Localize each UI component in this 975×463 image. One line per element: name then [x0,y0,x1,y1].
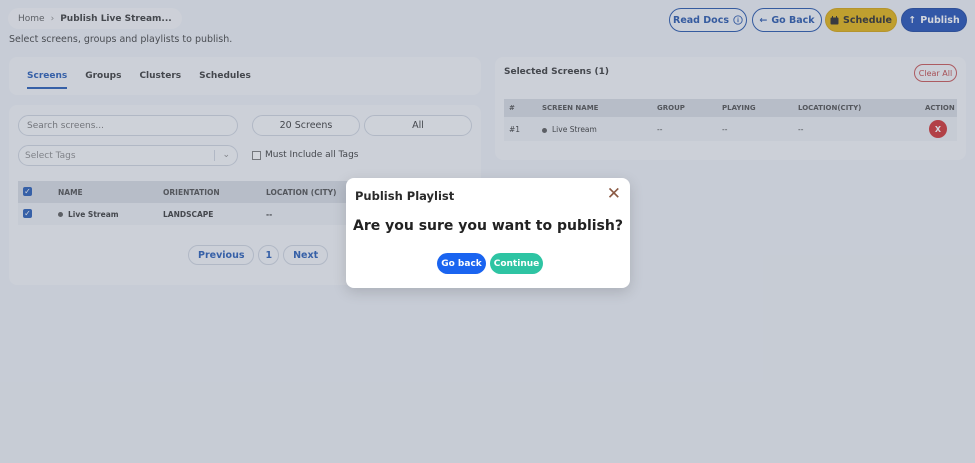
modal-continue-button[interactable]: Continue [490,253,543,274]
modal-go-back-button[interactable]: Go back [437,253,486,274]
publish-modal: Publish Playlist ✕ Are you sure you want… [346,178,630,288]
close-icon[interactable]: ✕ [607,184,621,204]
modal-question: Are you sure you want to publish? [353,218,623,234]
modal-title: Publish Playlist [355,189,455,203]
